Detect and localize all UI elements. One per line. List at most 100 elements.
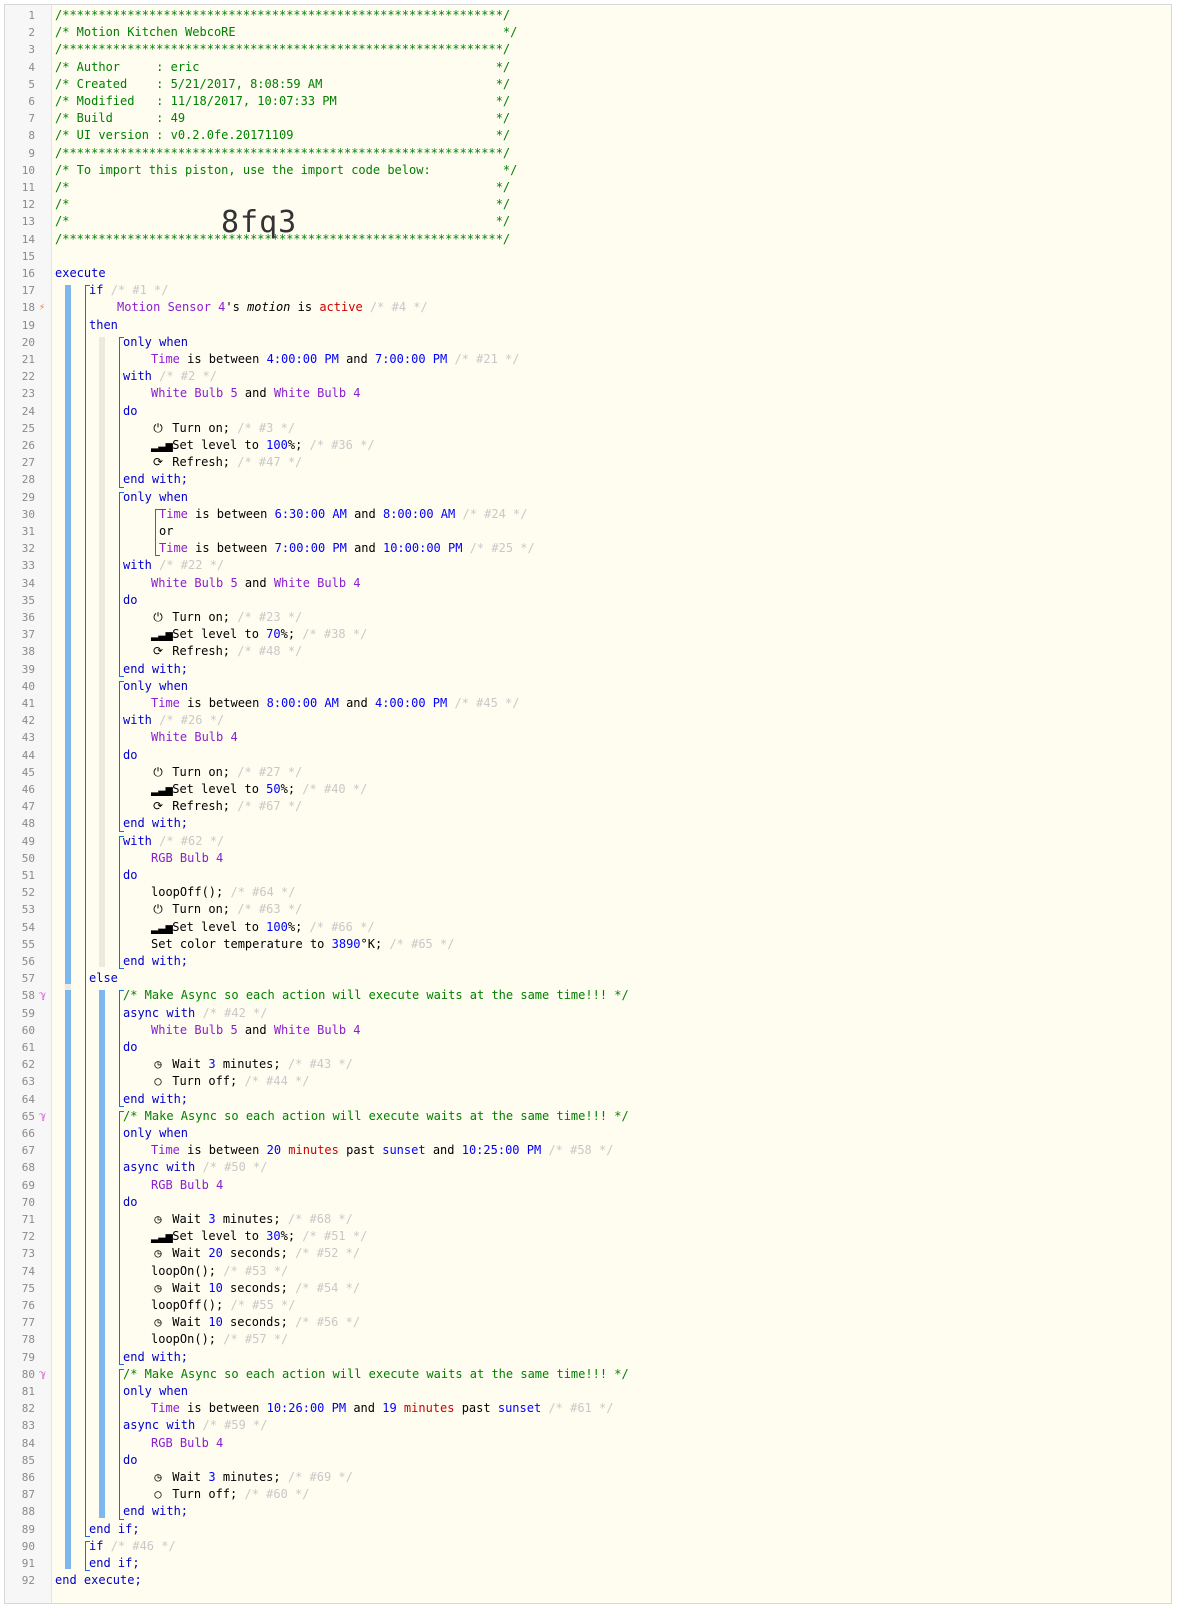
code-text: and xyxy=(237,575,274,590)
code-text: is between xyxy=(187,541,275,556)
code-text: is between xyxy=(179,696,267,710)
code-line: RGB Bulb 4 xyxy=(151,1177,223,1194)
statement-id: /* #55 */ xyxy=(230,1298,296,1312)
keyword: end with; xyxy=(123,816,189,831)
code-line: do xyxy=(123,867,137,884)
comment: /* Make Async so each action will execut… xyxy=(123,1108,629,1123)
line-number: 62 xyxy=(21,1058,35,1072)
action-icon: ▂▃▅ xyxy=(151,919,173,934)
comment: /* To import this piston, use the import… xyxy=(55,162,518,177)
line-number: 65 xyxy=(21,1109,35,1123)
statement-id: /* #21 */ xyxy=(454,352,520,366)
line-number: 30 xyxy=(21,507,35,521)
keyword: end if; xyxy=(89,1521,140,1536)
statement-id: /* #60 */ xyxy=(244,1487,310,1502)
action-icon: ⏻ xyxy=(153,420,163,435)
code-text: Turn off; xyxy=(165,1487,245,1502)
code-line: or xyxy=(159,523,173,540)
line-number: 33 xyxy=(21,559,35,573)
code-text: loopOff(); xyxy=(151,1298,231,1312)
line-number: 52 xyxy=(21,886,35,900)
device-name: Time xyxy=(159,506,188,521)
code-text: and xyxy=(346,541,383,556)
code-text: seconds; xyxy=(222,1315,296,1330)
action-icon: ⟳ xyxy=(152,799,164,814)
keyword: end execute; xyxy=(55,1573,142,1588)
code-line: White Bulb 5 and White Bulb 4 xyxy=(151,1022,361,1039)
value: 70 xyxy=(266,627,281,642)
value: sunset xyxy=(382,1143,426,1158)
value: 100 xyxy=(266,438,288,452)
line-number: 31 xyxy=(21,525,35,538)
statement-id: /* #38 */ xyxy=(302,627,368,642)
code-line: then xyxy=(89,317,118,334)
attribute-value: minutes xyxy=(288,1143,339,1158)
device-name: White Bulb 5 xyxy=(151,575,238,590)
code-line: else xyxy=(89,970,118,987)
code-line: do xyxy=(123,592,137,609)
keyword: do xyxy=(123,1194,138,1209)
line-number: 53 xyxy=(21,903,35,917)
code-line: /* Make Async so each action will execut… xyxy=(123,1108,629,1125)
keyword: end if; xyxy=(89,1556,140,1570)
code-text: loopOn(); xyxy=(151,1263,224,1278)
action-icon: ⏻ xyxy=(153,764,163,779)
line-number: 84 xyxy=(21,1436,35,1450)
line-number: 66 xyxy=(21,1127,35,1140)
code-text: loopOff(); xyxy=(151,885,231,900)
statement-id: /* #69 */ xyxy=(287,1470,353,1484)
code-line: /* Created : 5/21/2017, 8:08:59 AM */ xyxy=(55,76,510,93)
code-text: minutes; xyxy=(215,1212,288,1226)
code-text: is between xyxy=(179,1143,267,1158)
line-number: 3 xyxy=(28,43,35,57)
device-name: White Bulb 4 xyxy=(273,1022,361,1037)
line-number: 2 xyxy=(28,26,35,40)
code-line: end with; xyxy=(123,661,188,678)
line-number-gutter: 1 2 3 4 5 6 7 8 9 10 11 12 13 14 15 16 17 18 ⚡ 19 20 21 22 23 24… xyxy=(5,5,52,1603)
code-line: execute xyxy=(55,265,106,282)
code-text: is between xyxy=(179,1401,267,1416)
line-number: 1 xyxy=(28,9,35,22)
code-text: or xyxy=(159,524,174,538)
code-text: Wait xyxy=(165,1315,209,1330)
line-number: 90 xyxy=(21,1539,35,1553)
piston-code-viewer: 1 2 3 4 5 6 7 8 9 10 11 12 13 14 15 16 17 18 ⚡ 19 20 21 22 23 24… xyxy=(4,4,1172,1604)
line-number: 61 xyxy=(21,1041,35,1054)
code-line: ⏻ Turn on; /* #63 */ xyxy=(151,901,302,918)
line-number: 69 xyxy=(21,1178,35,1192)
code-text: seconds; xyxy=(222,1280,296,1295)
statement-id: /* #2 */ xyxy=(159,369,217,384)
code-line: loopOn(); /* #57 */ xyxy=(151,1331,288,1348)
code-line: loopOff(); /* #64 */ xyxy=(151,884,296,901)
keyword: end with; xyxy=(123,472,189,487)
keyword: execute xyxy=(55,266,106,280)
code-text: is between xyxy=(179,352,267,366)
code-line: Time is between 10:26:00 PM and 19 minut… xyxy=(151,1400,613,1417)
keyword: only when xyxy=(123,1384,189,1398)
statement-id: /* #63 */ xyxy=(237,902,303,917)
keyword: do xyxy=(123,747,138,762)
code-text: Set color temperature to xyxy=(151,936,332,951)
code-line: Time is between 4:00:00 PM and 7:00:00 P… xyxy=(151,351,520,368)
line-number: 44 xyxy=(21,748,35,762)
code-line: ⏻ Turn on; /* #3 */ xyxy=(151,420,295,437)
keyword: do xyxy=(123,592,138,607)
keyword: async with xyxy=(123,1160,203,1175)
keyword: end with; xyxy=(123,1504,189,1519)
code-line: async with /* #42 */ xyxy=(123,1005,268,1022)
code-line: ⟳ Refresh; /* #48 */ xyxy=(151,643,302,660)
code-text: loopOn(); xyxy=(151,1332,224,1347)
keyword: async with xyxy=(123,1418,203,1433)
code-line: only when xyxy=(123,334,188,351)
code-line: end with; xyxy=(123,1503,188,1520)
device-name: Time xyxy=(159,541,188,556)
value: 10:25:00 PM xyxy=(461,1143,542,1158)
value: 4:00:00 PM xyxy=(266,352,339,366)
code-line: loopOff(); /* #55 */ xyxy=(151,1297,296,1314)
line-number: 57 xyxy=(21,972,35,986)
code-line: do xyxy=(123,1452,137,1469)
line-number: 58 xyxy=(21,989,35,1003)
import-code: 8fq3 xyxy=(221,205,298,240)
keyword: end with; xyxy=(123,1091,189,1106)
